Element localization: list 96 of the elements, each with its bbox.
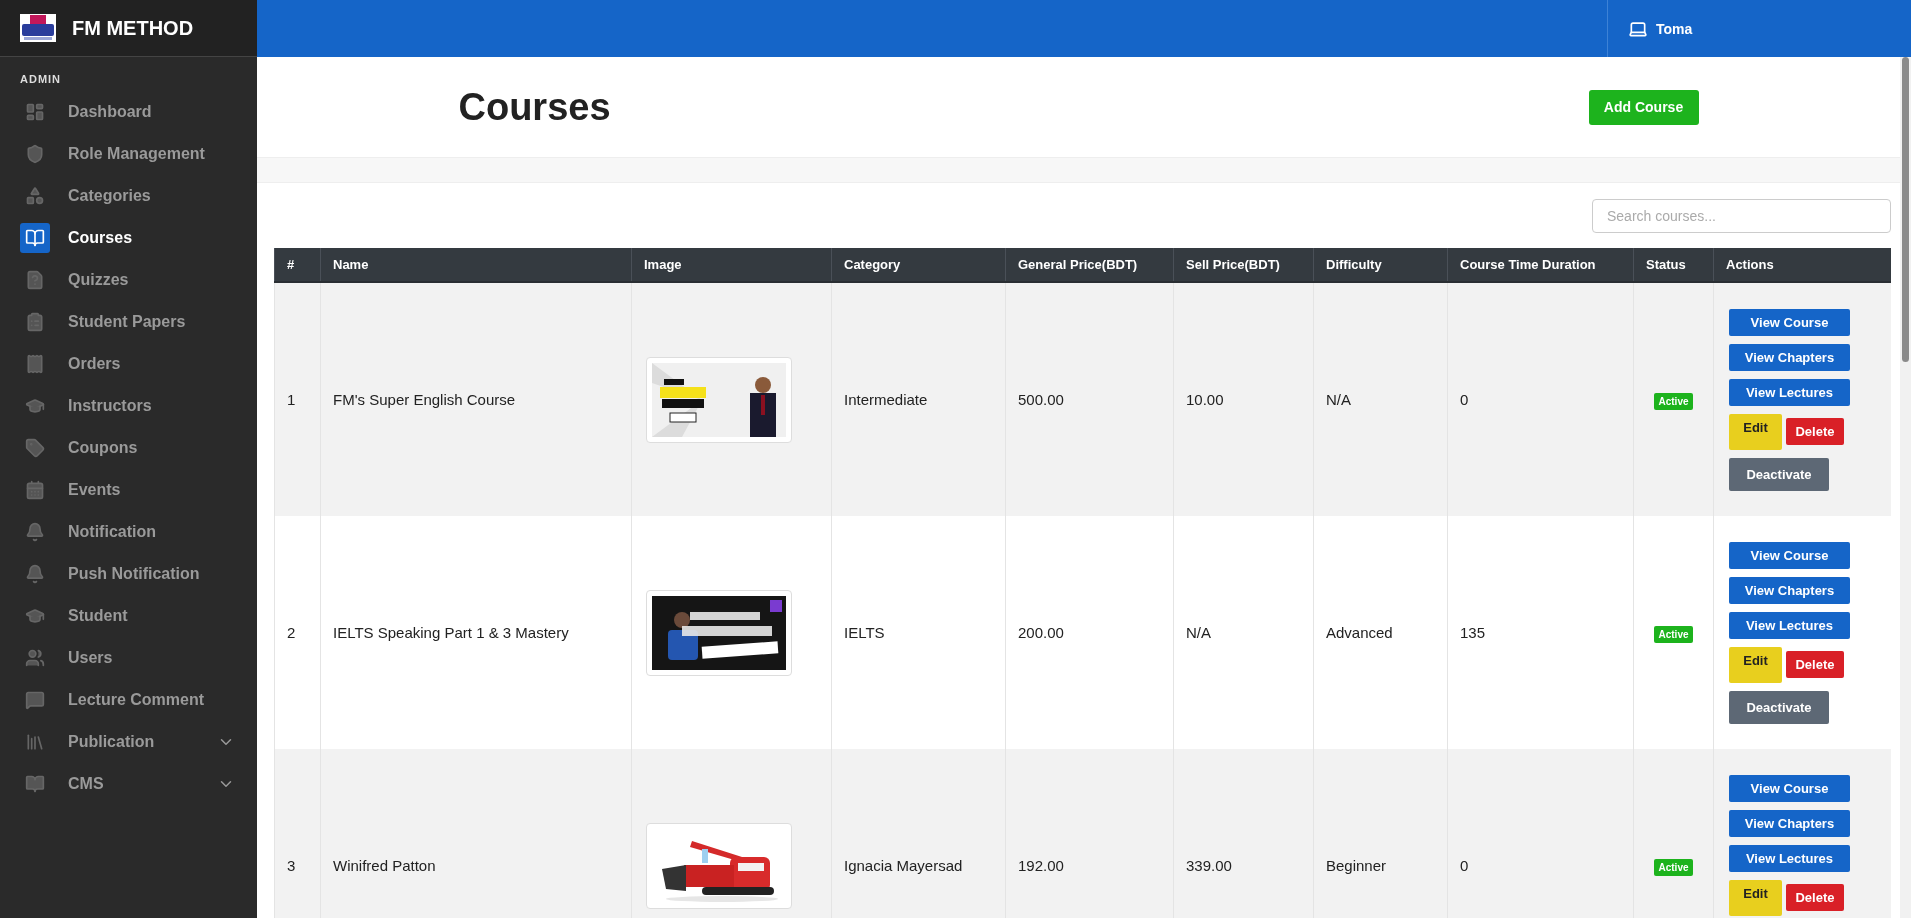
status-badge: Active: [1654, 625, 1693, 643]
library-icon: [25, 732, 45, 752]
sidebar-label: Instructors: [68, 397, 153, 415]
sidebar-item[interactable]: Dashboard: [0, 91, 257, 133]
delete-button[interactable]: Delete: [1786, 651, 1844, 678]
receipt-icon: [25, 354, 45, 374]
sidebar-item[interactable]: CMS: [0, 763, 257, 805]
sidebar-item[interactable]: Quizzes: [0, 259, 257, 301]
view-button[interactable]: View Chapters: [1729, 576, 1850, 604]
view-button[interactable]: View Course: [1729, 541, 1850, 569]
column-header: Actions: [1713, 248, 1891, 282]
dashboard-icon: [25, 102, 45, 122]
column-header: General Price(BDT): [1005, 248, 1174, 282]
sidebar-item[interactable]: Coupons: [0, 427, 257, 469]
calendar-icon: [25, 480, 45, 500]
table-cell: Ignacia Mayersad: [831, 749, 1006, 918]
page-title: Courses: [458, 85, 611, 129]
graduation-cap-icon: [25, 606, 45, 626]
column-header: Image: [631, 248, 832, 282]
sidebar-label: Courses: [68, 229, 134, 247]
sidebar-label: CMS: [68, 775, 105, 793]
sidebar-item[interactable]: Users: [0, 637, 257, 679]
column-header: Sell Price(BDT): [1173, 248, 1314, 282]
delete-button[interactable]: Delete: [1786, 884, 1844, 911]
sidebar-item[interactable]: Courses: [0, 217, 257, 259]
status-badge: Active: [1654, 858, 1693, 876]
sidebar-label: Role Management: [68, 145, 206, 163]
sidebar-label: Categories: [68, 187, 152, 205]
view-button[interactable]: View Course: [1729, 308, 1850, 336]
sidebar-label: Notification: [68, 523, 157, 541]
bell-icon: [25, 564, 45, 584]
comment-icon: [25, 690, 45, 710]
search-field[interactable]: Search courses...: [1592, 199, 1891, 233]
status-badge: Active: [1654, 392, 1693, 410]
table-cell: 3: [274, 749, 321, 918]
tag-icon: [25, 438, 45, 458]
shapes-icon: [25, 186, 45, 206]
view-button[interactable]: View Course: [1729, 774, 1850, 802]
sidebar-item[interactable]: Push Notification: [0, 553, 257, 595]
user-name[interactable]: Toma: [1656, 20, 1693, 37]
column-header: #: [274, 248, 321, 282]
sidebar-label: Coupons: [68, 439, 139, 457]
sidebar-item[interactable]: Orders: [0, 343, 257, 385]
add-course-button[interactable]: Add Course: [1588, 89, 1699, 125]
sidebar-item[interactable]: Events: [0, 469, 257, 511]
view-button[interactable]: View Chapters: [1729, 343, 1850, 371]
sidebar-item[interactable]: Role Management: [0, 133, 257, 175]
scrollbar[interactable]: [1900, 57, 1911, 918]
book-icon: [25, 774, 45, 794]
edit-button[interactable]: Edit: [1729, 413, 1782, 450]
sidebar-label: Lecture Comment: [68, 691, 206, 709]
logo-icon: [20, 14, 56, 42]
column-header: Name: [320, 248, 632, 282]
sidebar-label: Push Notification: [68, 565, 201, 583]
sidebar-item[interactable]: Lecture Comment: [0, 679, 257, 721]
sidebar-label: Student: [68, 607, 129, 625]
column-header: Category: [831, 248, 1006, 282]
sidebar-item[interactable]: Student: [0, 595, 257, 637]
edit-button[interactable]: Edit: [1729, 879, 1782, 916]
column-header: Difficulty: [1313, 248, 1448, 282]
column-header: Status: [1633, 248, 1714, 282]
table-cell: 0: [1447, 749, 1634, 918]
sidebar-item[interactable]: Notification: [0, 511, 257, 553]
shield-icon: [25, 144, 45, 164]
delete-button[interactable]: Delete: [1786, 418, 1844, 445]
book-icon: [25, 228, 45, 248]
graduation-cap-icon: [25, 396, 45, 416]
sidebar-label: Orders: [68, 355, 122, 373]
edit-button[interactable]: Edit: [1729, 646, 1782, 683]
sidebar-label: Users: [68, 649, 114, 667]
view-button[interactable]: View Lectures: [1729, 378, 1850, 406]
sidebar-label: Events: [68, 481, 122, 499]
question-icon: [25, 270, 45, 290]
view-button[interactable]: View Chapters: [1729, 809, 1850, 837]
brand-name: FM METHOD: [72, 16, 194, 40]
sidebar-label: Publication: [68, 733, 156, 751]
clipboard-icon: [25, 312, 45, 332]
sidebar-item[interactable]: Publication: [0, 721, 257, 763]
sidebar-item[interactable]: Instructors: [0, 385, 257, 427]
sidebar-item[interactable]: Categories: [0, 175, 257, 217]
view-button[interactable]: View Lectures: [1729, 844, 1850, 872]
section-label: ADMIN: [19, 72, 63, 87]
table-cell: 192.00: [1005, 749, 1174, 918]
table-cell: 339.00: [1173, 749, 1314, 918]
sidebar-label: Dashboard: [68, 103, 153, 121]
sidebar-label: Quizzes: [68, 271, 130, 289]
column-header: Course Time Duration: [1447, 248, 1634, 282]
deactivate-button[interactable]: Deactivate: [1729, 457, 1829, 491]
view-button[interactable]: View Lectures: [1729, 611, 1850, 639]
table-cell: Beginner: [1313, 749, 1448, 918]
users-icon: [25, 648, 45, 668]
table-cell: Winifred Patton: [320, 749, 632, 918]
deactivate-button[interactable]: Deactivate: [1729, 690, 1829, 724]
sidebar-item[interactable]: Student Papers: [0, 301, 257, 343]
sidebar-label: Student Papers: [68, 313, 187, 331]
bell-icon: [25, 522, 45, 542]
